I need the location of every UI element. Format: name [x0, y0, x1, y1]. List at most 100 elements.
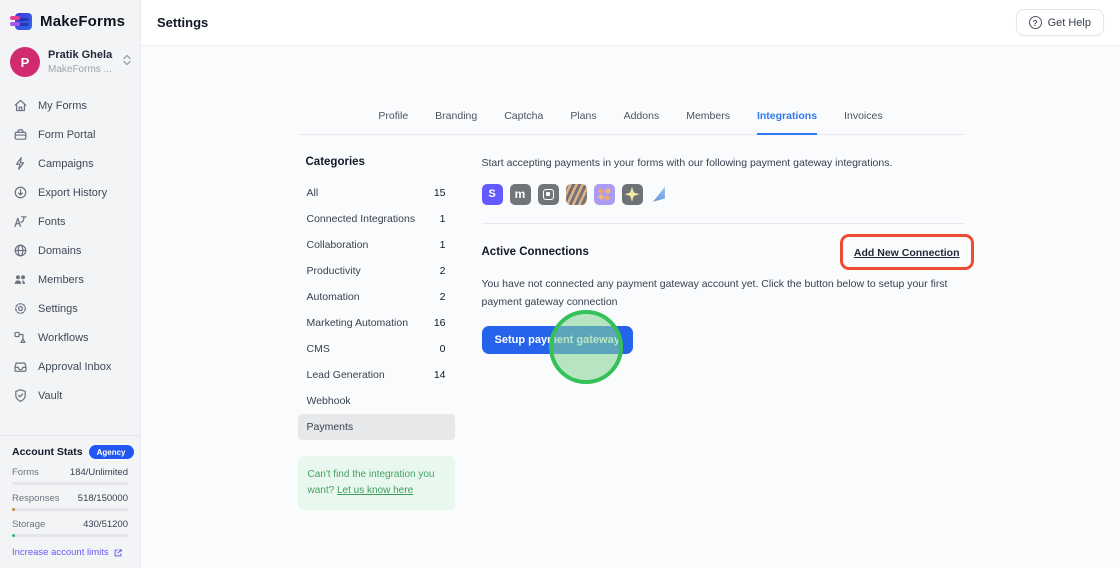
section-divider	[481, 222, 964, 224]
annotation-red-box: Add New Connection	[839, 233, 974, 270]
brand-name: MakeForms	[40, 13, 126, 30]
add-new-connection-link[interactable]: Add New Connection	[854, 247, 960, 259]
category-item-collaboration[interactable]: Collaboration 1	[298, 232, 455, 258]
sidebar-item-settings[interactable]: Settings	[0, 294, 140, 323]
stat-label: Responses	[12, 493, 60, 504]
square-icon	[537, 183, 559, 205]
gateway-icons-row: S m	[481, 183, 964, 205]
external-link-icon	[114, 548, 122, 556]
categories-title: Categories	[305, 156, 365, 168]
payments-panel: Start accepting payments in your forms w…	[481, 156, 974, 510]
increase-limits-link[interactable]: Increase account limits	[12, 547, 128, 558]
globe-icon	[13, 243, 28, 258]
app-window: MakeForms P Pratik Ghela MakeForms ... M…	[0, 0, 1120, 568]
category-item-cms[interactable]: CMS 0	[298, 336, 455, 362]
stat-row-storage: Storage 430/51200	[12, 519, 128, 537]
category-label: Webhook	[306, 395, 351, 407]
sidebar-item-label: Fonts	[38, 215, 66, 228]
category-item-connected-integrations[interactable]: Connected Integrations 1	[298, 206, 455, 232]
stat-label: Storage	[12, 519, 46, 530]
sparkle-gateway-icon	[621, 183, 643, 205]
category-count: 2	[439, 265, 446, 277]
stat-value: 184/Unlimited	[69, 467, 128, 478]
category-count: 16	[433, 317, 446, 329]
sail-gateway-icon	[650, 184, 671, 205]
category-label: Productivity	[306, 265, 361, 277]
stat-label: Forms	[12, 467, 39, 478]
sidebar-item-campaigns[interactable]: Campaigns	[0, 149, 140, 178]
gear-icon	[13, 301, 28, 316]
payments-intro: Start accepting payments in your forms w…	[481, 157, 893, 169]
workspace-switcher[interactable]: P Pratik Ghela MakeForms ...	[0, 39, 140, 83]
sidebar-item-label: Approval Inbox	[38, 360, 112, 373]
category-count: 1	[439, 239, 446, 251]
tab-captcha[interactable]: Captcha	[504, 110, 543, 135]
makeforms-logo-icon	[10, 12, 32, 31]
export-circle-down-icon	[13, 185, 28, 200]
sidebar: MakeForms P Pratik Ghela MakeForms ... M…	[0, 0, 149, 568]
user-name: Pratik Ghela	[48, 49, 113, 62]
chevron-updown-icon	[122, 53, 132, 71]
get-help-button[interactable]: ? Get Help	[1015, 9, 1104, 36]
briefcase-icon	[13, 127, 28, 142]
stat-value: 430/51200	[83, 519, 128, 530]
tab-branding[interactable]: Branding	[435, 110, 477, 135]
category-item-marketing-automation[interactable]: Marketing Automation 16	[298, 310, 455, 336]
sidebar-item-approval-inbox[interactable]: Approval Inbox	[0, 352, 140, 381]
avatar: P	[10, 47, 40, 77]
let-us-know-link[interactable]: Let us know here	[337, 485, 413, 496]
category-item-payments[interactable]: Payments	[297, 414, 455, 440]
categories-panel: Categories All 15 Connected Integrations…	[297, 156, 455, 510]
sidebar-item-fonts[interactable]: Fonts	[0, 207, 140, 236]
sidebar-item-members[interactable]: Members	[0, 265, 140, 294]
stat-value: 518/150000	[77, 493, 128, 504]
category-count: 2	[439, 291, 446, 303]
sidebar-item-export-history[interactable]: Export History	[0, 178, 140, 207]
home-icon	[13, 98, 28, 113]
category-item-lead-generation[interactable]: Lead Generation 14	[298, 362, 455, 388]
category-item-productivity[interactable]: Productivity 2	[298, 258, 455, 284]
category-item-all[interactable]: All 15	[298, 180, 455, 206]
category-count: 15	[433, 187, 446, 199]
sidebar-item-label: Workflows	[38, 331, 89, 344]
tab-members[interactable]: Members	[686, 110, 730, 135]
sidebar-item-form-portal[interactable]: Form Portal	[0, 120, 140, 149]
active-connections-title: Active Connections	[481, 245, 589, 258]
setup-payment-gateway-button[interactable]: Setup payment gateway	[481, 326, 633, 355]
tab-profile[interactable]: Profile	[378, 110, 408, 135]
main-area: Settings ? Get Help Profile Branding Cap…	[141, 0, 1120, 568]
page-title: Settings	[157, 15, 209, 30]
sidebar-item-label: My Forms	[38, 99, 87, 112]
plan-badge: Agency	[88, 445, 134, 459]
category-count: 1	[439, 213, 446, 225]
tab-plans[interactable]: Plans	[570, 110, 596, 135]
stripes-gateway-icon	[565, 183, 587, 205]
sidebar-item-label: Domains	[38, 244, 82, 257]
sidebar-nav: My Forms Form Portal Campaigns Export Hi…	[0, 91, 140, 410]
integration-request-box: Can't find the integration you want? Let…	[297, 456, 455, 510]
sidebar-item-label: Campaigns	[38, 157, 94, 170]
category-label: All	[306, 187, 319, 199]
category-label: Payments	[306, 421, 354, 433]
sidebar-item-domains[interactable]: Domains	[0, 236, 140, 265]
tab-invoices[interactable]: Invoices	[844, 110, 883, 135]
tab-integrations[interactable]: Integrations	[756, 110, 818, 135]
sidebar-item-vault[interactable]: Vault	[0, 381, 140, 410]
stat-row-responses: Responses 518/150000	[12, 493, 128, 511]
category-item-webhook[interactable]: Webhook	[298, 388, 455, 414]
category-count: 0	[439, 343, 446, 355]
category-item-automation[interactable]: Automation 2	[298, 284, 455, 310]
settings-tabs: Profile Branding Captcha Plans Addons Me…	[297, 110, 964, 135]
sidebar-item-workflows[interactable]: Workflows	[0, 323, 140, 352]
account-stats-section: Account Stats Agency Forms 184/Unlimited…	[0, 435, 149, 568]
sidebar-item-label: Members	[38, 273, 84, 286]
sidebar-item-my-forms[interactable]: My Forms	[0, 91, 140, 120]
question-circle-icon: ?	[1028, 16, 1042, 29]
category-label: Automation	[306, 291, 360, 303]
tab-addons[interactable]: Addons	[624, 110, 660, 135]
mollie-icon: m	[509, 183, 531, 205]
page-header: Settings ? Get Help	[141, 0, 1120, 46]
category-label: Marketing Automation	[306, 317, 409, 329]
sidebar-item-label: Settings	[38, 302, 78, 315]
progress-bar	[12, 482, 128, 485]
